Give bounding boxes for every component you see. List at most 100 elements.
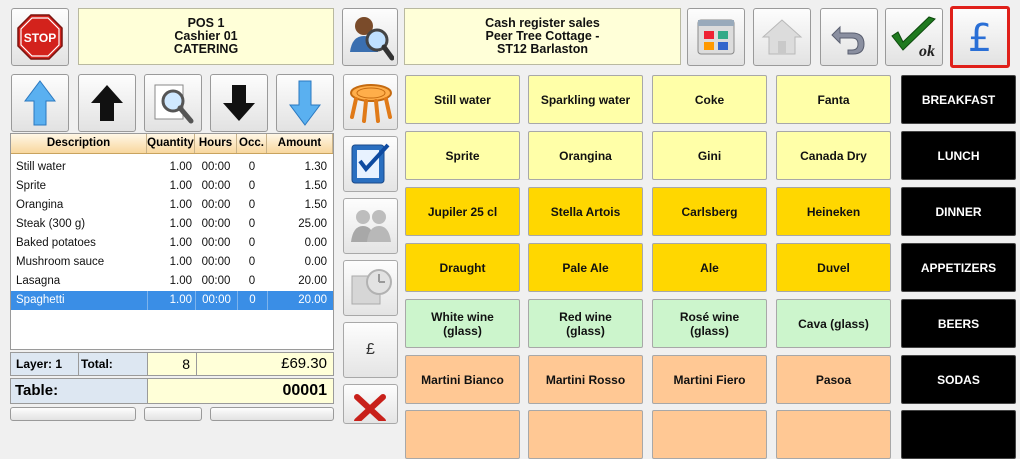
product-button[interactable]: Draught (405, 243, 520, 292)
table-number[interactable]: 00001 (147, 379, 333, 403)
cell-description: Still water (16, 161, 66, 173)
checklist-button[interactable] (343, 136, 398, 192)
product-button[interactable]: Martini Fiero (652, 355, 767, 404)
cell-description: Mushroom sauce (16, 256, 105, 268)
layout-button[interactable] (687, 8, 745, 66)
arrow-down-icon (223, 85, 255, 121)
product-button[interactable]: Pasoa (776, 355, 891, 404)
calendar-clock-button[interactable] (343, 260, 398, 316)
table-row[interactable]: Steak (300 g) 1.00 00:00 0 25.00 (11, 215, 333, 234)
product-label: Orangina (559, 148, 612, 163)
product-button[interactable]: Heineken (776, 187, 891, 236)
category-button[interactable]: BEERS (901, 299, 1016, 348)
cell-hours: 00:00 (201, 199, 231, 211)
home-button[interactable] (753, 8, 811, 66)
product-button[interactable]: Duvel (776, 243, 891, 292)
category-button[interactable]: APPETIZERS (901, 243, 1016, 292)
product-label: Ale (700, 260, 719, 275)
cell-occ: 0 (248, 237, 256, 249)
category-button[interactable]: BREAKFAST (901, 75, 1016, 124)
product-label: Fanta (817, 92, 850, 107)
product-label: Canada Dry (800, 148, 867, 163)
table-row[interactable]: Mushroom sauce 1.00 00:00 0 0.00 (11, 253, 333, 272)
product-button[interactable]: Ale (652, 243, 767, 292)
pos-info-panel: POS 1 Cashier 01 CATERING (78, 8, 334, 65)
search-icon (154, 84, 194, 124)
column-amount[interactable]: Amount (267, 134, 333, 153)
table-row[interactable]: Still water 1.00 00:00 0 1.30 (11, 158, 333, 177)
order-table: Description Quantity Hours Occ. Amount S… (10, 133, 334, 350)
product-button[interactable]: Stella Artois (528, 187, 643, 236)
product-label: Cava (glass) (798, 316, 869, 331)
product-button[interactable]: Sprite (405, 131, 520, 180)
table-layout-button[interactable] (343, 74, 398, 130)
home-icon (761, 19, 803, 55)
product-button[interactable]: Rosé wine (glass) (652, 299, 767, 348)
currency-button[interactable]: £ (343, 322, 398, 378)
product-button[interactable]: Gini (652, 131, 767, 180)
product-button[interactable]: Carlsberg (652, 187, 767, 236)
column-hours[interactable]: Hours (195, 134, 237, 153)
table-row[interactable]: Lasagna 1.00 00:00 0 20.00 (11, 272, 333, 291)
product-button[interactable]: Pale Ale (528, 243, 643, 292)
scroll-top-button[interactable] (11, 74, 69, 132)
product-button[interactable]: White wine (glass) (405, 299, 520, 348)
scroll-down-button[interactable] (210, 74, 268, 132)
product-button[interactable]: Coke (652, 75, 767, 124)
undo-button[interactable] (820, 8, 878, 66)
table-row[interactable]: Baked potatoes 1.00 00:00 0 0.00 (11, 234, 333, 253)
table-row[interactable]: Spaghetti 1.00 00:00 0 20.00 (11, 291, 333, 310)
cell-amount: 0.00 (304, 237, 327, 249)
totals-bar: Layer: 1 Total: 8 £69.30 (10, 352, 334, 376)
column-occ[interactable]: Occ. (237, 134, 267, 153)
product-button[interactable]: Martini Bianco (405, 355, 520, 404)
scroll-bottom-button[interactable] (276, 74, 334, 132)
category-button-partial[interactable] (901, 410, 1016, 459)
category-button[interactable]: LUNCH (901, 131, 1016, 180)
cell-description: Orangina (16, 199, 64, 211)
table-header: Description Quantity Hours Occ. Amount (11, 134, 333, 154)
users-group-icon (350, 210, 391, 242)
product-button-partial[interactable] (776, 410, 891, 459)
cell-quantity: 1.00 (169, 275, 192, 287)
table-row[interactable]: Sprite 1.00 00:00 0 1.50 (11, 177, 333, 196)
category-button[interactable]: DINNER (901, 187, 1016, 236)
product-label: Still water (434, 92, 491, 107)
product-label: Red wine (glass) (559, 309, 612, 338)
product-button[interactable]: Sparkling water (528, 75, 643, 124)
table-icon (349, 84, 392, 123)
product-button[interactable]: Jupiler 25 cl (405, 187, 520, 236)
product-button-partial[interactable] (652, 410, 767, 459)
stop-button[interactable]: STOP (11, 8, 69, 66)
column-quantity[interactable]: Quantity (147, 134, 195, 153)
ok-button[interactable]: ok (885, 8, 943, 66)
product-label: Sparkling water (540, 92, 631, 107)
product-button[interactable]: Canada Dry (776, 131, 891, 180)
total-amount: £69.30 (197, 353, 333, 375)
svg-text:ok: ok (919, 43, 935, 60)
product-button[interactable]: Cava (glass) (776, 299, 891, 348)
delete-button[interactable] (343, 384, 398, 424)
customers-button[interactable] (343, 198, 398, 254)
search-button[interactable] (144, 74, 202, 132)
product-button[interactable]: Fanta (776, 75, 891, 124)
cell-quantity: 1.00 (169, 218, 192, 230)
table-number-bar: Table: 00001 (10, 378, 334, 404)
svg-text:STOP: STOP (24, 31, 56, 45)
cell-occ: 0 (248, 275, 256, 287)
cell-amount: 1.30 (304, 161, 327, 173)
product-button[interactable]: Martini Rosso (528, 355, 643, 404)
product-button-partial[interactable] (405, 410, 520, 459)
user-search-button[interactable] (342, 8, 398, 66)
cell-occ: 0 (248, 161, 256, 173)
category-button[interactable]: SODAS (901, 355, 1016, 404)
total-label: Total: (81, 357, 113, 371)
column-description[interactable]: Description (11, 134, 147, 153)
product-button[interactable]: Orangina (528, 131, 643, 180)
table-row[interactable]: Orangina 1.00 00:00 0 1.50 (11, 196, 333, 215)
product-button[interactable]: Still water (405, 75, 520, 124)
product-button[interactable]: Red wine (glass) (528, 299, 643, 348)
pay-button[interactable]: £ (950, 6, 1010, 68)
product-button-partial[interactable] (528, 410, 643, 459)
scroll-up-button[interactable] (78, 74, 136, 132)
